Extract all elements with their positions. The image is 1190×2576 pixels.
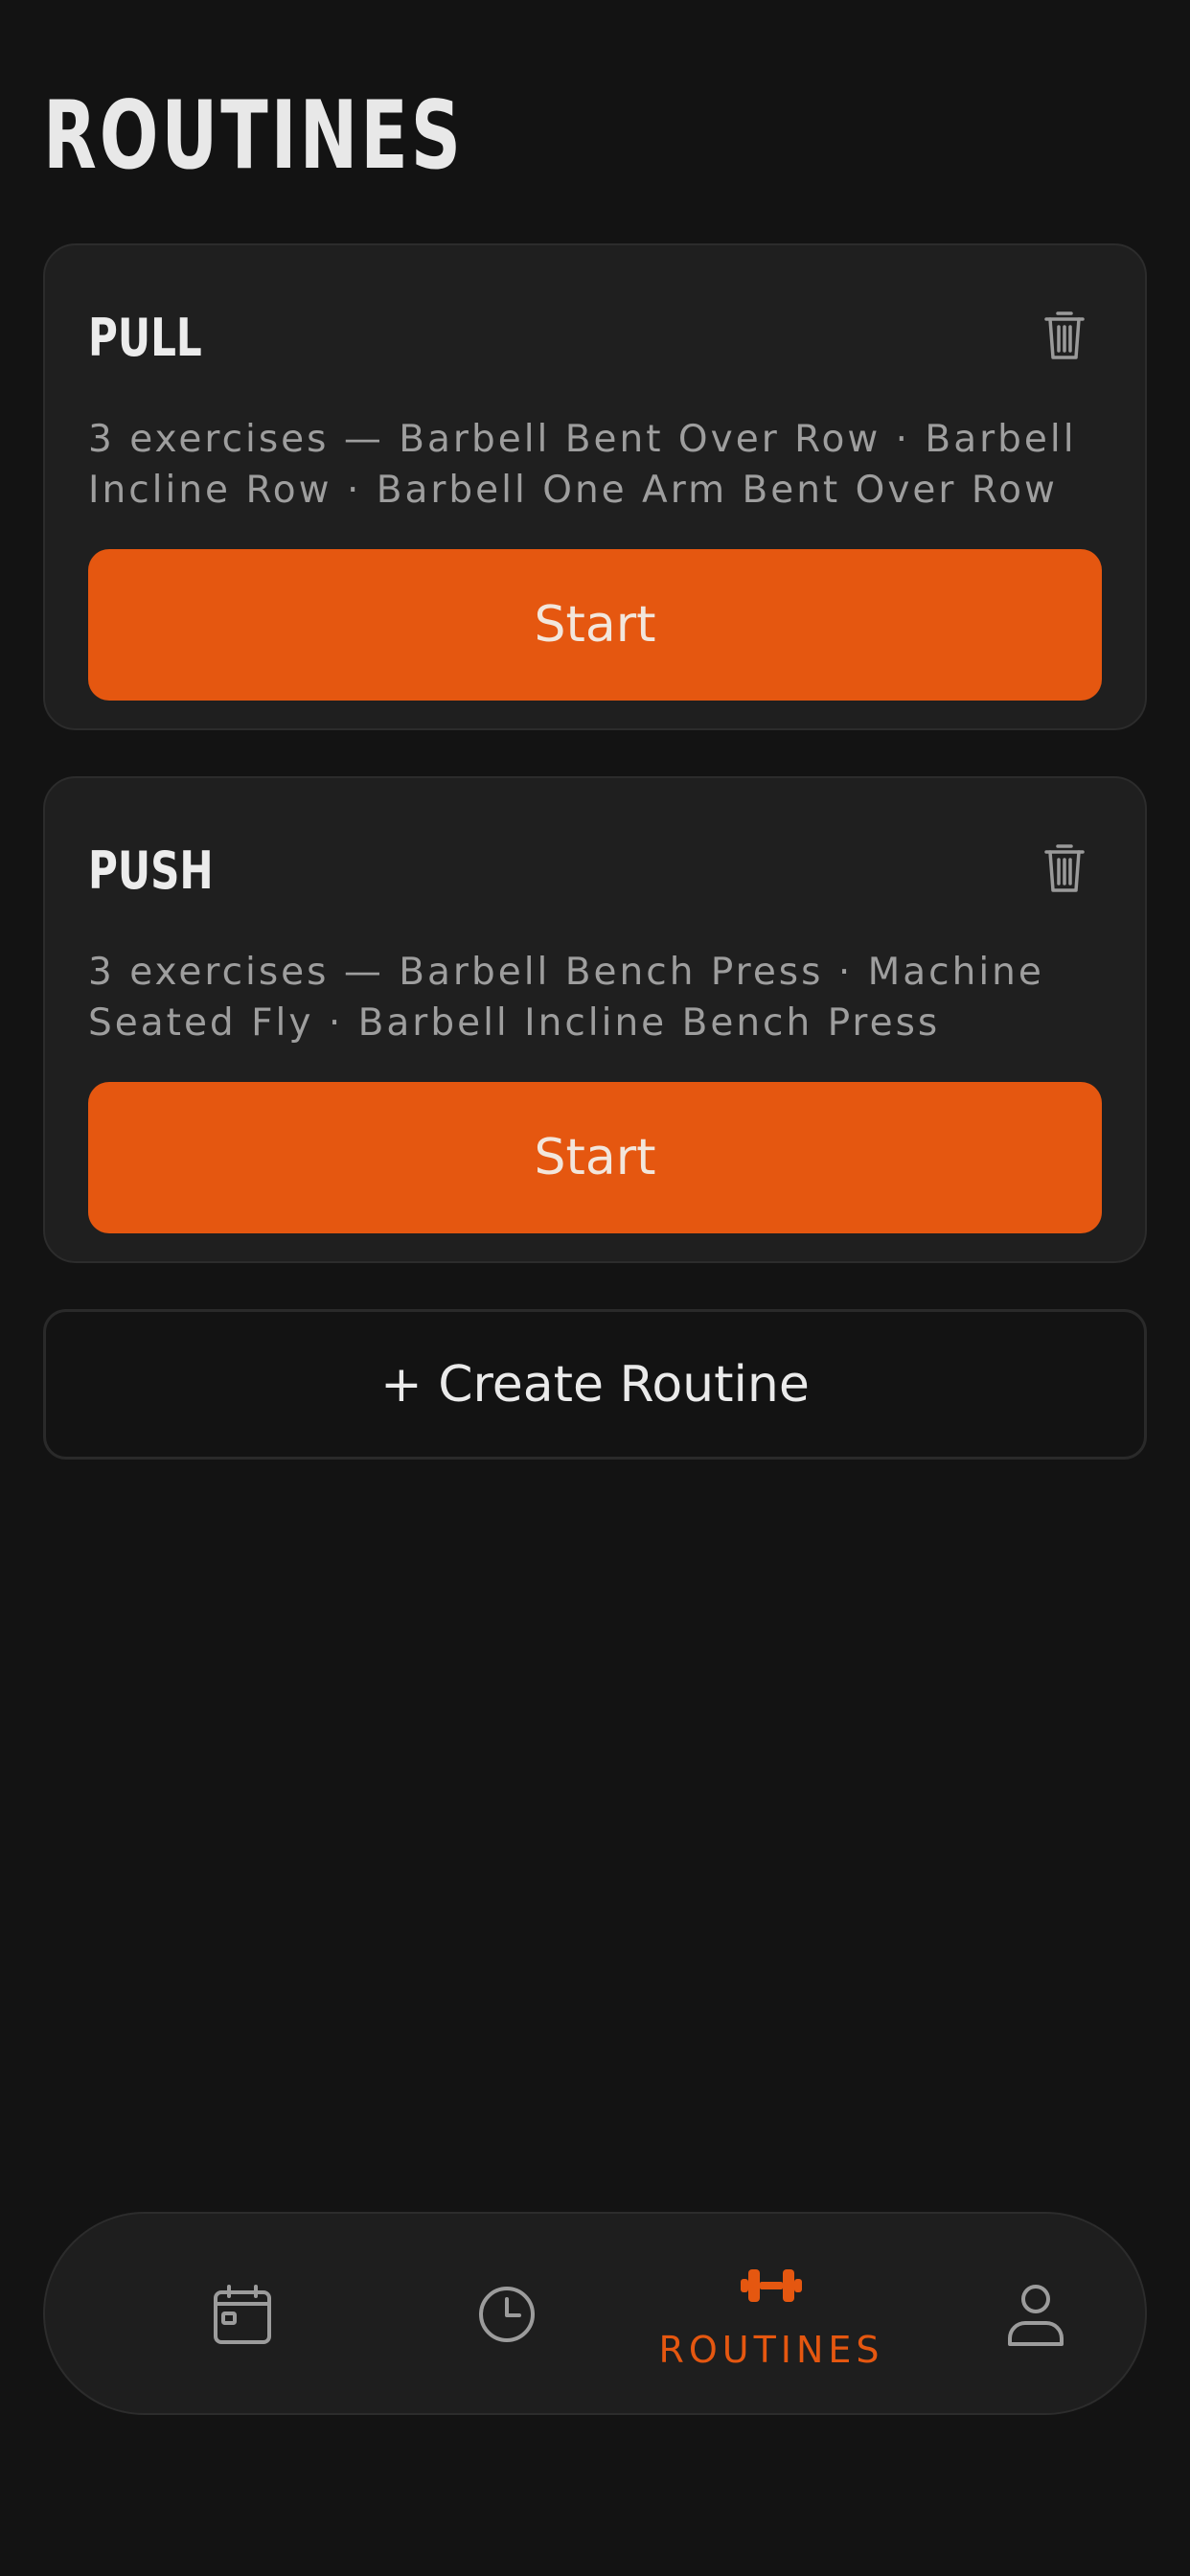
page-title: ROUTINES [43, 81, 464, 191]
clock-icon [479, 2287, 535, 2342]
nav-item-history[interactable] [401, 2214, 612, 2413]
start-button[interactable]: Start [88, 549, 1102, 701]
bottom-nav: ROUTINES [43, 2212, 1147, 2415]
calendar-icon [214, 2285, 271, 2344]
nav-item-profile[interactable] [930, 2214, 1141, 2413]
routine-description: 3 exercises — Barbell Bent Over Row · Ba… [88, 418, 1077, 512]
routine-card-push: PUSH 3 exercises — Barbell Bench Press ·… [43, 776, 1147, 1263]
start-button[interactable]: Start [88, 1082, 1102, 1233]
user-icon [1008, 2285, 1064, 2346]
dumbbell-icon [741, 2269, 802, 2302]
create-routine-button[interactable]: + Create Routine [43, 1309, 1147, 1460]
routine-title: PUSH [88, 840, 214, 901]
routine-description: 3 exercises — Barbell Bench Press · Mach… [88, 951, 1044, 1045]
nav-item-calendar[interactable] [137, 2214, 348, 2413]
nav-label-routines: ROUTINES [658, 2329, 884, 2371]
nav-item-routines[interactable]: ROUTINES [658, 2214, 880, 2413]
trash-icon[interactable] [1043, 309, 1086, 362]
routine-card-pull: PULL 3 exercises — Barbell Bent Over Row… [43, 243, 1147, 730]
routine-title: PULL [88, 308, 202, 368]
trash-icon[interactable] [1043, 841, 1086, 895]
